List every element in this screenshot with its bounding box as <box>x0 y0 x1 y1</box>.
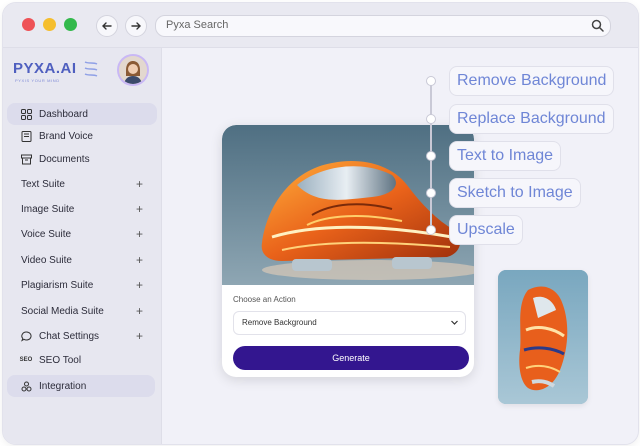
sidebar-item-image-suite[interactable]: Image Suite + <box>7 198 157 220</box>
sidebar-item-text-suite[interactable]: Text Suite + <box>7 173 157 195</box>
plus-icon[interactable]: + <box>136 278 143 292</box>
feature-upscale[interactable]: Upscale <box>449 215 523 245</box>
plus-icon[interactable]: + <box>136 329 143 343</box>
upscaled-sneaker-image <box>498 270 588 404</box>
sidebar-item-label: Dashboard <box>39 108 88 120</box>
logo-text: PYXA.AI <box>13 60 77 77</box>
maximize-window-button[interactable] <box>64 18 77 31</box>
sidebar-item-dashboard[interactable]: Dashboard <box>7 103 157 125</box>
sidebar-item-label: SEO Tool <box>39 354 82 366</box>
logo-wave-icon <box>84 61 98 77</box>
sidebar-item-social-media-suite[interactable]: Social Media Suite + <box>7 300 157 322</box>
sidebar-item-label: Text Suite <box>21 178 65 190</box>
sidebar-item-video-suite[interactable]: Video Suite + <box>7 249 157 271</box>
plus-icon[interactable]: + <box>136 202 143 216</box>
sidebar-item-label: Chat Settings <box>39 330 100 342</box>
sidebar-item-label: Image Suite <box>21 203 75 215</box>
sidebar: PYXA.AI PYXIS YOUR MIND Dashboard Brand … <box>3 48 162 444</box>
seo-icon: SEO <box>19 357 33 363</box>
title-bar: Pyxa Search <box>3 3 638 48</box>
plus-icon[interactable]: + <box>136 177 143 191</box>
link-icon <box>19 381 33 392</box>
sidebar-item-label: Brand Voice <box>39 130 93 142</box>
feature-replace-background[interactable]: Replace Background <box>449 104 614 134</box>
sidebar-item-voice-suite[interactable]: Voice Suite + <box>7 223 157 245</box>
timeline-dot <box>426 225 436 235</box>
feature-remove-background[interactable]: Remove Background <box>449 66 615 96</box>
sidebar-item-plagiarism-suite[interactable]: Plagiarism Suite + <box>7 274 157 296</box>
forward-button[interactable] <box>125 15 147 37</box>
action-label: Choose an Action <box>233 295 296 304</box>
sidebar-item-label: Documents <box>39 153 90 165</box>
close-window-button[interactable] <box>22 18 35 31</box>
arrow-right-icon <box>131 22 141 30</box>
plus-icon[interactable]: + <box>136 253 143 267</box>
sidebar-item-label: Voice Suite <box>21 228 72 240</box>
back-button[interactable] <box>96 15 118 37</box>
search-text: Pyxa Search <box>166 19 229 31</box>
archive-icon <box>19 154 33 165</box>
action-select-value: Remove Background <box>242 318 317 327</box>
avatar[interactable] <box>117 54 149 86</box>
chevron-down-icon <box>451 320 458 325</box>
sidebar-item-label: Video Suite <box>21 254 72 266</box>
sneaker-image <box>222 125 474 285</box>
image-action-card: Choose an Action Remove Background Gener… <box>222 125 474 377</box>
timeline-dot <box>426 114 436 124</box>
sidebar-item-documents[interactable]: Documents <box>7 148 157 170</box>
sidebar-item-label: Integration <box>39 380 87 392</box>
grid-icon <box>19 108 33 120</box>
timeline-dot <box>426 151 436 161</box>
search-input[interactable]: Pyxa Search <box>155 15 611 37</box>
sidebar-item-chat-settings[interactable]: Chat Settings + <box>7 325 157 347</box>
sidebar-item-seo-tool[interactable]: SEO SEO Tool <box>7 349 157 371</box>
timeline-dot <box>426 76 436 86</box>
plus-icon[interactable]: + <box>136 304 143 318</box>
user-avatar-icon <box>119 56 147 84</box>
search-icon[interactable] <box>591 19 604 32</box>
book-icon <box>19 130 33 142</box>
plus-icon[interactable]: + <box>136 227 143 241</box>
sidebar-item-brand-voice[interactable]: Brand Voice <box>7 125 157 147</box>
sidebar-item-integration[interactable]: Integration <box>7 375 155 397</box>
generate-button[interactable]: Generate <box>233 346 469 370</box>
chat-icon <box>19 330 33 342</box>
logo-tagline: PYXIS YOUR MIND <box>15 78 60 83</box>
sidebar-item-label: Social Media Suite <box>21 305 104 317</box>
sidebar-item-label: Plagiarism Suite <box>21 279 94 291</box>
feature-sketch-to-image[interactable]: Sketch to Image <box>449 178 581 208</box>
feature-text-to-image[interactable]: Text to Image <box>449 141 562 171</box>
action-select[interactable]: Remove Background <box>233 311 466 335</box>
timeline-dot <box>426 188 436 198</box>
arrow-left-icon <box>102 22 112 30</box>
minimize-window-button[interactable] <box>43 18 56 31</box>
